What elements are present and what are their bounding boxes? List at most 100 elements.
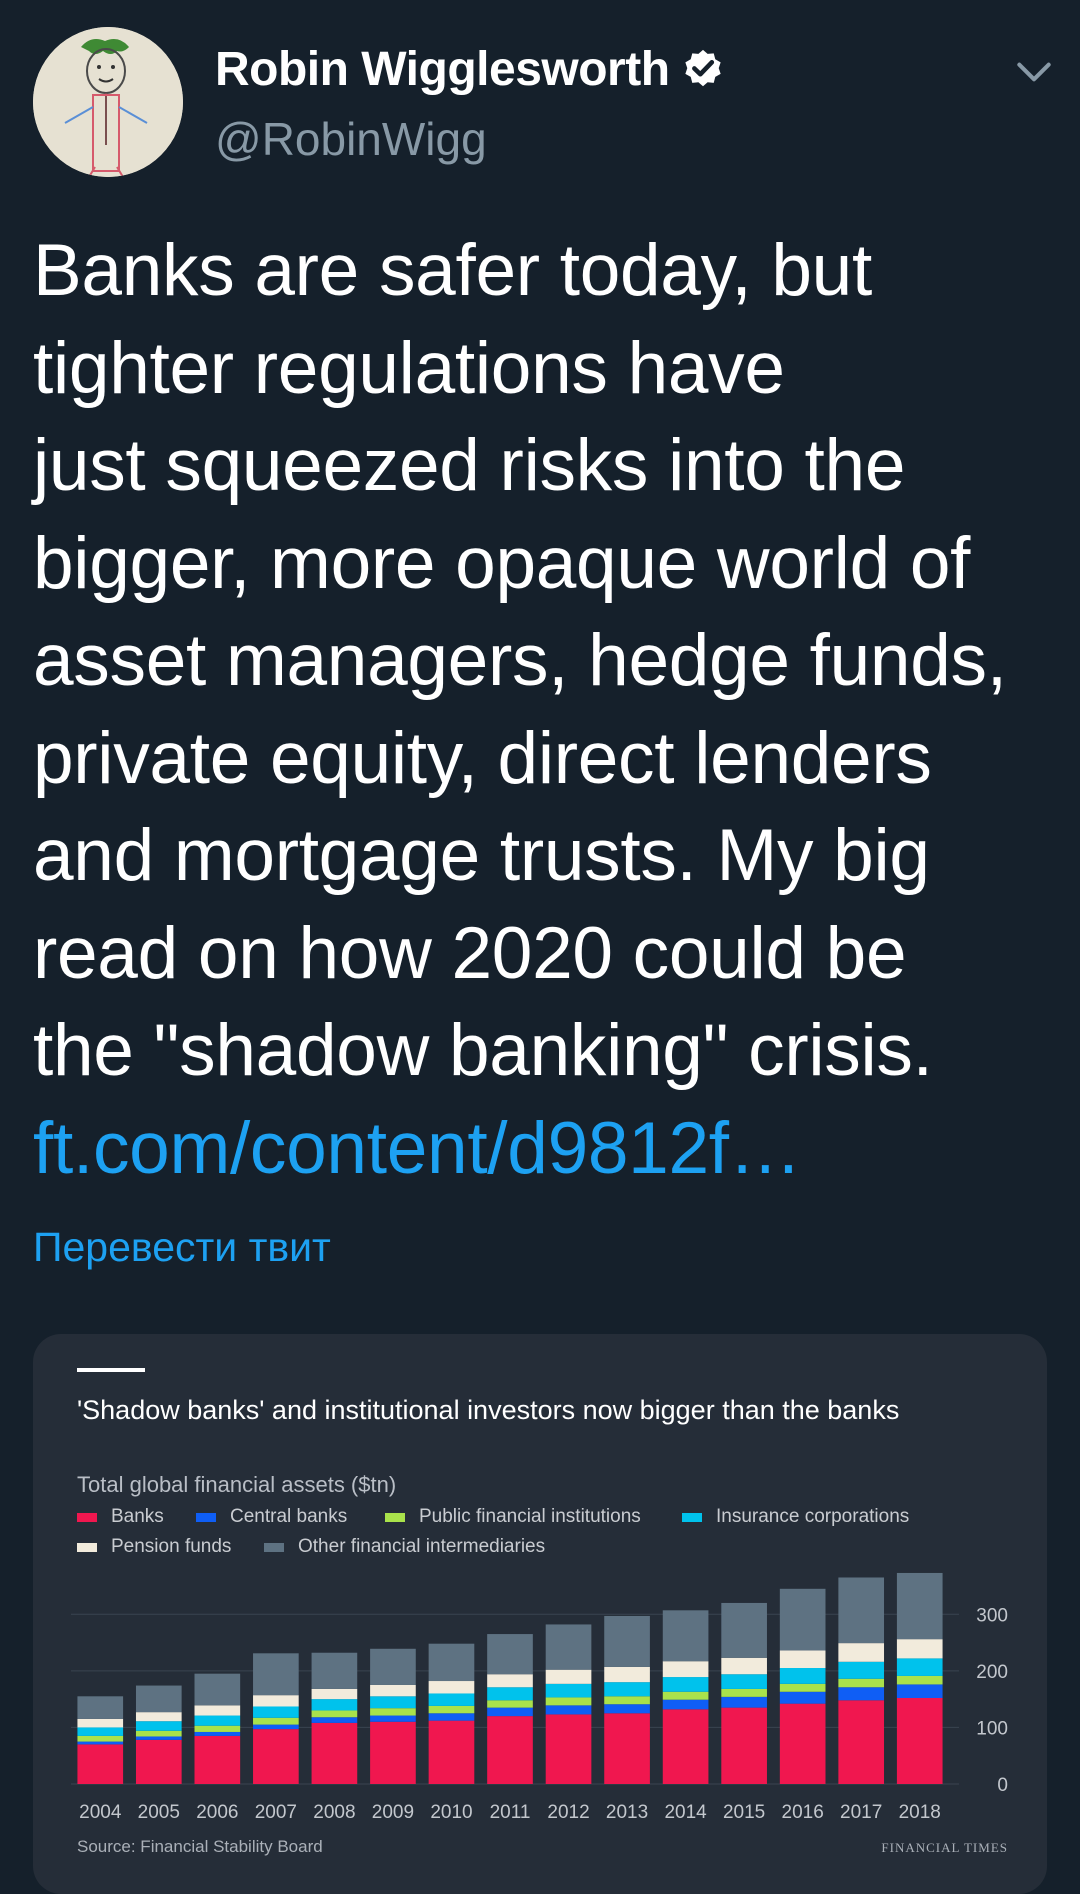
bar-segment xyxy=(311,1699,358,1711)
bar-segment xyxy=(896,1658,943,1676)
bar-segment xyxy=(428,1643,475,1682)
bar-segment xyxy=(721,1707,767,1784)
bar-segment xyxy=(604,1704,650,1714)
bar-segment xyxy=(662,1677,709,1692)
bar-segment xyxy=(77,1718,124,1728)
x-tick-label: 2011 xyxy=(490,1802,531,1823)
bar-segment xyxy=(896,1572,943,1640)
bar-segment xyxy=(779,1691,826,1704)
bar-segment xyxy=(253,1695,299,1707)
x-tick-label: 2017 xyxy=(840,1802,882,1823)
bar-segment xyxy=(838,1700,885,1784)
bar-segment xyxy=(721,1602,767,1658)
bar-segment xyxy=(194,1673,241,1706)
chart-card[interactable]: 'Shadow banks' and institutional investo… xyxy=(33,1334,1047,1894)
bar-segment xyxy=(779,1650,826,1669)
bar-segment xyxy=(370,1684,416,1697)
bar-segment xyxy=(545,1697,592,1706)
bar-segment xyxy=(370,1696,416,1709)
x-tick-label: 2013 xyxy=(606,1802,648,1823)
bar-segment xyxy=(77,1727,124,1736)
bar-segment xyxy=(896,1639,943,1659)
bar-segment xyxy=(604,1615,650,1667)
x-tick-label: 2004 xyxy=(79,1802,122,1823)
bar-segment xyxy=(194,1735,241,1784)
y-tick-label: 0 xyxy=(997,1775,1008,1796)
x-tick-label: 2010 xyxy=(430,1802,472,1823)
bar-segment xyxy=(311,1688,358,1700)
bar-segment xyxy=(253,1706,299,1718)
tweet-line: the "shadow banking" crisis. xyxy=(33,1010,933,1091)
bar-segment xyxy=(779,1588,826,1651)
bar-segment xyxy=(253,1717,299,1725)
y-tick-label: 100 xyxy=(976,1718,1008,1739)
x-tick-label: 2009 xyxy=(372,1802,414,1823)
bar-segment xyxy=(428,1705,475,1714)
bar-segment xyxy=(604,1696,650,1705)
x-tick-label: 2018 xyxy=(899,1802,941,1823)
bar-segment xyxy=(662,1661,709,1678)
bar-segment xyxy=(779,1668,826,1684)
bar-segment xyxy=(662,1699,709,1710)
author-name[interactable]: Robin Wigglesworth xyxy=(215,42,670,97)
bar-segment xyxy=(838,1678,885,1688)
bar-segment xyxy=(428,1713,475,1721)
bar-segment xyxy=(253,1729,299,1784)
bar-segment xyxy=(779,1703,826,1784)
tweet-body: Banks are safer today, but tighter regul… xyxy=(33,222,1063,1197)
bar-segment xyxy=(662,1691,709,1700)
tweet-line: asset managers, hedge funds, xyxy=(33,620,1007,701)
bar-segment xyxy=(428,1720,475,1784)
bar-segment xyxy=(604,1666,650,1683)
bar-segment xyxy=(428,1681,475,1694)
tweet-line: Banks are safer today, but xyxy=(33,230,872,311)
ft-brand: FINANCIAL TIMES xyxy=(881,1840,1008,1855)
bar-segment xyxy=(838,1577,885,1644)
bar-segment xyxy=(311,1652,358,1689)
bar-segment xyxy=(896,1675,943,1685)
bar-segment xyxy=(370,1648,416,1685)
bar-segment xyxy=(253,1653,299,1696)
bar-segment xyxy=(370,1708,416,1716)
bar-segment xyxy=(135,1721,182,1731)
bar-segment xyxy=(77,1735,124,1742)
bar-segment xyxy=(545,1714,592,1784)
x-tick-label: 2016 xyxy=(782,1802,824,1823)
bar-segment xyxy=(487,1674,533,1688)
x-tick-label: 2007 xyxy=(255,1802,297,1823)
tweet-line: private equity, direct lenders xyxy=(33,717,932,799)
bar-segment xyxy=(135,1739,182,1784)
bar-segment xyxy=(487,1687,533,1701)
bar-segment xyxy=(370,1715,416,1722)
bar-segment xyxy=(135,1730,182,1737)
bar-segment xyxy=(838,1687,885,1701)
x-tick-label: 2005 xyxy=(138,1802,180,1823)
translate-tweet-link[interactable]: Перевести твит xyxy=(33,1224,331,1271)
bar-segment xyxy=(487,1700,533,1708)
bar-segment xyxy=(838,1643,885,1662)
bar-segment xyxy=(311,1710,358,1718)
stacked-bar-chart: 0 100 200 300 2004 2005 2006 2007 2008 2009 2010 20… xyxy=(71,1572,1008,1856)
bar-segment xyxy=(779,1683,826,1692)
bar-segment xyxy=(721,1674,767,1689)
bar-segment xyxy=(896,1698,943,1784)
avatar[interactable] xyxy=(33,27,183,177)
bar-segment xyxy=(662,1709,709,1784)
bar-segment xyxy=(77,1696,124,1719)
bar-segment xyxy=(194,1731,241,1736)
tweet-line: and mortgage trusts. My big xyxy=(33,815,930,896)
bar-segment xyxy=(545,1624,592,1670)
author-handle[interactable]: @RobinWigg xyxy=(215,112,487,166)
tweet-line: bigger, more opaque world of xyxy=(33,522,971,604)
bar-segment xyxy=(77,1741,124,1745)
bar-segment xyxy=(487,1716,533,1784)
article-link[interactable]: ft.com/content/d9812f… xyxy=(33,1100,1063,1198)
x-tick-label: 2008 xyxy=(313,1802,355,1823)
chevron-down-icon[interactable] xyxy=(1012,50,1056,94)
bar-segment xyxy=(487,1707,533,1717)
tweet-line: just squeezed risks into the xyxy=(33,425,906,506)
bar-segment xyxy=(135,1712,182,1722)
tweet-header: Robin Wigglesworth @RobinWigg xyxy=(0,0,1080,190)
bar-segment xyxy=(662,1610,709,1662)
x-tick-label: 2006 xyxy=(196,1802,238,1823)
